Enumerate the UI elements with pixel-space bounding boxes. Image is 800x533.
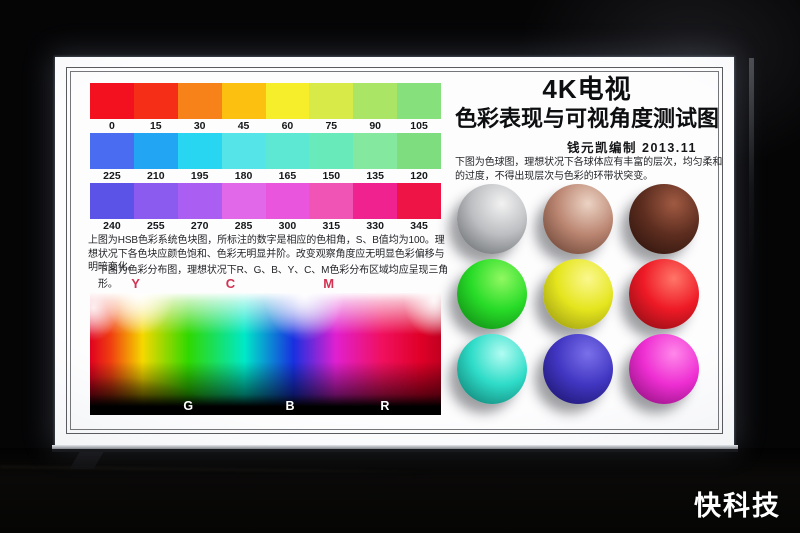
map-label-r: R [380, 399, 389, 413]
hue-swatch-15 [134, 83, 178, 119]
hue-angle-labels: 225210195180165150135120 [90, 169, 441, 183]
hue-angle-label: 0 [90, 119, 134, 133]
hue-swatch-315 [309, 183, 353, 219]
hue-angle-label: 105 [397, 119, 441, 133]
color-sphere-green [457, 259, 527, 329]
photo-scene: 0153045607590105225210195180165150135120… [0, 0, 800, 533]
hsb-bar-row: 0153045607590105 [90, 83, 441, 133]
color-sphere-tan [543, 184, 613, 254]
chart-title-line2: 色彩表现与可视角度测试图 [447, 101, 727, 133]
hue-swatch-300 [266, 183, 310, 219]
hue-swatch-bar [90, 183, 441, 219]
hue-swatch-180 [222, 133, 266, 169]
hue-angle-label: 60 [266, 119, 310, 133]
watermark: 快科技 [694, 484, 781, 523]
hsb-bar-row: 240255270285300315330345 [90, 183, 441, 233]
hue-swatch-150 [309, 133, 353, 169]
color-sphere-dark-brown [629, 184, 699, 254]
hue-swatch-135 [353, 133, 397, 169]
hue-angle-label: 45 [222, 119, 266, 133]
hue-angle-label: 315 [309, 219, 353, 233]
dark-table-area [0, 448, 800, 533]
hue-angle-label: 120 [397, 169, 441, 183]
tv-screen: 0153045607590105225210195180165150135120… [55, 57, 734, 445]
map-label-b: B [286, 399, 295, 413]
hue-angle-label: 195 [178, 169, 222, 183]
sphere-grid [457, 184, 699, 404]
screen-bottom-shadow [52, 449, 738, 452]
hue-swatch-255 [134, 183, 178, 219]
hue-angle-label: 330 [353, 219, 397, 233]
hue-swatch-90 [353, 83, 397, 119]
hue-swatch-120 [397, 133, 441, 169]
hue-angle-label: 30 [178, 119, 222, 133]
color-sphere-gray [457, 184, 527, 254]
hue-angle-label: 15 [134, 119, 178, 133]
hue-swatch-330 [353, 183, 397, 219]
color-distribution-map: GBR [90, 293, 441, 415]
hue-swatch-bar [90, 83, 441, 119]
hue-swatch-75 [309, 83, 353, 119]
color-sphere-red [629, 259, 699, 329]
hue-swatch-105 [397, 83, 441, 119]
map-top-labels: YCM [90, 276, 441, 291]
hue-swatch-345 [397, 183, 441, 219]
hue-swatch-210 [134, 133, 178, 169]
hue-swatch-bar [90, 133, 441, 169]
hue-swatch-285 [222, 183, 266, 219]
hue-angle-label: 345 [397, 219, 441, 233]
hue-swatch-270 [178, 183, 222, 219]
hue-angle-labels: 240255270285300315330345 [90, 219, 441, 233]
hue-angle-label: 75 [309, 119, 353, 133]
hue-angle-label: 285 [222, 219, 266, 233]
color-sphere-magenta [629, 334, 699, 404]
hsb-bar-rows: 0153045607590105225210195180165150135120… [90, 83, 441, 233]
map-label-y: Y [131, 276, 140, 291]
hue-angle-label: 225 [90, 169, 134, 183]
hue-swatch-165 [266, 133, 310, 169]
hue-swatch-240 [90, 183, 134, 219]
hue-angle-label: 255 [134, 219, 178, 233]
hue-angle-label: 240 [90, 219, 134, 233]
hue-swatch-0 [90, 83, 134, 119]
hue-angle-label: 150 [309, 169, 353, 183]
hue-angle-label: 135 [353, 169, 397, 183]
hue-angle-label: 210 [134, 169, 178, 183]
hue-swatch-60 [266, 83, 310, 119]
bezel-edge-glint [749, 58, 754, 273]
map-label-c: C [226, 276, 235, 291]
hue-angle-label: 90 [353, 119, 397, 133]
color-sphere-yellow [543, 259, 613, 329]
color-sphere-cyan [457, 334, 527, 404]
hue-swatch-30 [178, 83, 222, 119]
hue-angle-label: 180 [222, 169, 266, 183]
hue-swatch-195 [178, 133, 222, 169]
hue-angle-label: 165 [266, 169, 310, 183]
hue-swatch-225 [90, 133, 134, 169]
color-sphere-blue [543, 334, 613, 404]
hue-swatch-45 [222, 83, 266, 119]
hsb-bar-row: 225210195180165150135120 [90, 133, 441, 183]
sphere-note: 下图为色球图，理想状况下各球体应有丰富的层次，均匀柔和的过度，不得出现层次与色彩… [455, 156, 727, 183]
hue-angle-label: 300 [266, 219, 310, 233]
hue-angle-labels: 0153045607590105 [90, 119, 441, 133]
map-label-g: G [183, 399, 193, 413]
map-label-m: M [323, 276, 334, 291]
author-credit: 钱元凯编制 2013.11 [453, 137, 721, 156]
hue-angle-label: 270 [178, 219, 222, 233]
